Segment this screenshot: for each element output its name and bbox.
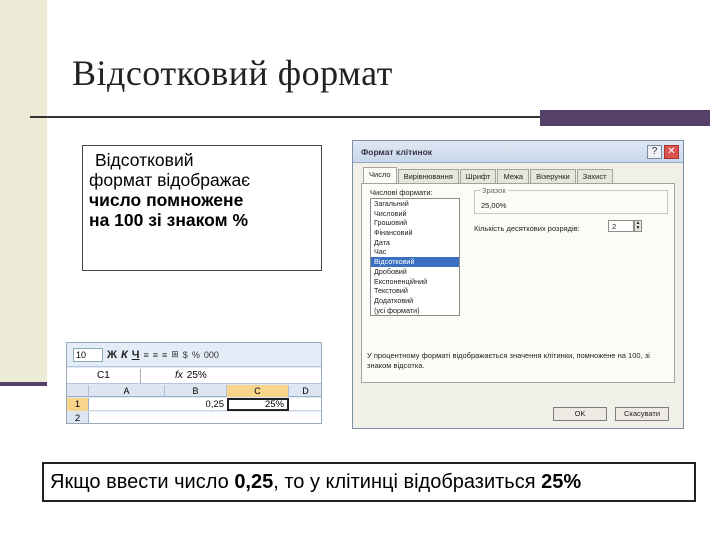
decimal-places-input[interactable]: 2 <box>608 220 634 232</box>
tab-number[interactable]: Число <box>363 167 397 183</box>
definition-line-3: число помножене <box>89 190 244 210</box>
cell-b1[interactable]: 0,25 <box>165 398 227 411</box>
definition-line-4: на 100 зі знаком % <box>89 210 249 230</box>
summary-box: Якщо ввести число 0,25, то у клітинці ві… <box>42 462 696 502</box>
currency-icon[interactable]: $ <box>183 350 188 360</box>
formula-bar: C1 fx 25% <box>67 368 321 384</box>
name-box[interactable]: C1 <box>67 368 141 383</box>
underline-button[interactable]: Ч <box>132 348 140 362</box>
list-item[interactable]: Дата <box>371 238 459 248</box>
left-decor-bar <box>0 0 47 382</box>
tab-border[interactable]: Межа <box>497 169 530 183</box>
tab-patterns[interactable]: Візерунки <box>530 169 576 183</box>
percent-style-icon[interactable]: % <box>192 350 200 360</box>
column-header-b[interactable]: B <box>165 385 227 397</box>
summary-percent: 25% <box>541 471 582 493</box>
list-item[interactable]: Грошовий <box>371 218 459 228</box>
tab-font[interactable]: Шрифт <box>459 169 497 183</box>
list-item[interactable]: Час <box>371 247 459 257</box>
summary-number: 0,25 <box>234 471 274 493</box>
column-header-c[interactable]: C <box>227 385 289 397</box>
sample-value: 25,00% <box>481 201 507 210</box>
column-header-a[interactable]: A <box>89 385 165 397</box>
list-item[interactable]: Текстовий <box>371 286 459 296</box>
cell-c1[interactable]: 25% <box>227 398 289 411</box>
summary-text-2: , то у клітинці відобразиться <box>273 471 542 493</box>
table-row: 1 0,25 25% <box>67 398 321 411</box>
help-button[interactable]: ? <box>647 145 662 159</box>
list-item[interactable]: (усі формати) <box>371 306 459 315</box>
dialog-titlebar: Формат клітинок ? ✕ <box>353 141 683 163</box>
select-all-corner[interactable] <box>67 385 89 397</box>
table-row: 2 <box>67 412 321 423</box>
sample-group: Зразок 25,00% <box>474 186 668 214</box>
row-header[interactable]: 2 <box>67 412 89 423</box>
list-item-selected[interactable]: Відсотковий <box>371 257 459 267</box>
category-list[interactable]: Загальний Числовий Грошовий Фінансовий Д… <box>370 198 460 316</box>
dialog-tabs: Число Вирівнювання Шрифт Межа Візерунки … <box>363 167 614 183</box>
align-right-icon[interactable]: ≡ <box>162 350 167 360</box>
summary-text-1: Якщо ввести число <box>50 471 235 493</box>
list-item[interactable]: Дробовий <box>371 267 459 277</box>
align-left-icon[interactable]: ≡ <box>143 350 148 360</box>
column-headers: A B C D <box>67 385 321 397</box>
category-label: Числові формати: <box>370 188 433 197</box>
title-rule <box>30 116 540 118</box>
thousands-separator-icon[interactable]: 000 <box>204 350 219 360</box>
close-button[interactable]: ✕ <box>664 145 679 159</box>
decimal-places-spinner[interactable]: ▲ ▼ <box>634 220 642 232</box>
sample-label: Зразок <box>480 186 508 195</box>
formula-value[interactable]: 25% <box>183 370 207 381</box>
definition-line-2: формат відображає <box>89 170 251 190</box>
list-item[interactable]: Фінансовий <box>371 228 459 238</box>
merge-cells-icon[interactable]: ⊞ <box>171 349 179 360</box>
ok-button[interactable]: OK <box>553 407 607 421</box>
dialog-title: Формат клітинок <box>361 147 433 157</box>
definition-box: Відсотковий формат відображає число помн… <box>82 145 322 271</box>
tab-alignment[interactable]: Вирівнювання <box>397 169 459 183</box>
font-size-select[interactable]: 10 <box>73 347 103 362</box>
format-description: У процентному форматі відображається зна… <box>367 351 650 370</box>
definition-line-1: Відсотковий <box>95 150 194 170</box>
list-item[interactable]: Додатковий <box>371 296 459 306</box>
format-cells-dialog: Формат клітинок ? ✕ Число Вирівнювання Ш… <box>352 140 684 429</box>
list-item[interactable]: Числовий <box>371 209 459 219</box>
decimal-places-label: Кількість десяткових розрядів: <box>474 224 580 233</box>
list-item[interactable]: Загальний <box>371 199 459 209</box>
row-header[interactable]: 1 <box>67 398 89 411</box>
cancel-button[interactable]: Скасувати <box>615 407 669 421</box>
bold-button[interactable]: Ж <box>107 348 117 362</box>
align-center-icon[interactable]: ≡ <box>153 350 158 360</box>
italic-button[interactable]: К <box>121 348 128 362</box>
tab-protection[interactable]: Захист <box>576 169 613 183</box>
column-header-d[interactable]: D <box>289 385 321 397</box>
excel-fragment: 10 Ж К Ч ≡ ≡ ≡ ⊞ $ % 000 C1 fx 25% A B C… <box>66 342 322 424</box>
list-item[interactable]: Експоненційний <box>371 277 459 287</box>
title-accent-bar <box>540 110 710 126</box>
slide-title: Відсотковий формат <box>72 53 393 93</box>
left-accent-bar <box>0 382 47 386</box>
fx-icon[interactable]: fx <box>141 370 183 381</box>
excel-toolbar: 10 Ж К Ч ≡ ≡ ≡ ⊞ $ % 000 <box>67 343 321 367</box>
